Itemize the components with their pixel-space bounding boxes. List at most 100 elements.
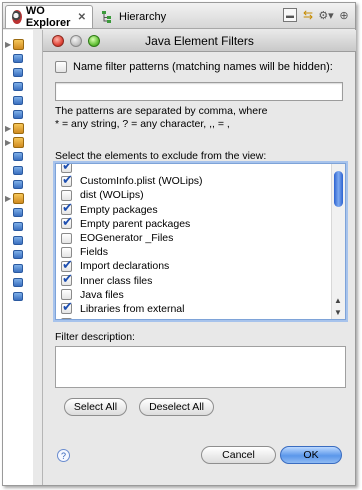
item-checkbox[interactable] xyxy=(61,300,73,315)
list-scrollbar[interactable]: ▲ ▼ xyxy=(331,164,345,319)
list-item[interactable]: dist (WOLips) xyxy=(56,188,331,202)
name-filter-patterns-input[interactable] xyxy=(55,82,343,101)
filter-description-box xyxy=(55,346,346,388)
help-icon[interactable]: ? xyxy=(57,449,70,462)
deselect-all-button[interactable]: Deselect All xyxy=(139,398,214,416)
help-line: * = any string, ? = any character, ,, = … xyxy=(55,118,230,130)
item-checkbox[interactable] xyxy=(61,173,73,188)
dialog-title: Java Element Filters xyxy=(145,33,254,48)
view-toolbar: ▬ ⇆ ⚙▾ ⊕ xyxy=(283,8,351,22)
tree-node[interactable] xyxy=(5,65,31,79)
view-menu-icon[interactable]: ⚙▾ xyxy=(318,8,333,22)
list-item[interactable]: Fields xyxy=(56,245,331,259)
list-item[interactable] xyxy=(56,164,331,174)
item-label: CustomInfo.plist (WOLips) xyxy=(80,175,203,188)
tree-node[interactable] xyxy=(5,93,31,107)
item-checkbox[interactable] xyxy=(61,201,73,216)
project-icon xyxy=(13,192,24,204)
tree-node[interactable] xyxy=(5,177,31,191)
list-item[interactable]: Empty parent packages xyxy=(56,215,331,231)
zoom-window-button[interactable] xyxy=(88,35,100,47)
link-with-editor-icon[interactable]: ⇆ xyxy=(301,8,315,22)
project-icon xyxy=(13,38,24,50)
select-all-button[interactable]: Select All xyxy=(64,398,127,416)
tree-node[interactable]: ▶ xyxy=(5,135,31,149)
package-tree: ▶ ▶ ▶ ▶ xyxy=(3,30,33,485)
ok-button[interactable]: OK xyxy=(280,446,342,464)
item-checkbox[interactable] xyxy=(61,317,72,319)
tree-node[interactable] xyxy=(5,51,31,65)
item-checkbox[interactable] xyxy=(61,215,73,230)
expand-arrow-icon[interactable]: ▶ xyxy=(5,138,13,147)
item-checkbox[interactable] xyxy=(61,189,72,201)
package-icon xyxy=(13,151,23,161)
maximize-icon[interactable]: ⊕ xyxy=(337,8,351,22)
item-checkbox[interactable] xyxy=(61,272,73,287)
package-icon xyxy=(13,95,23,105)
tree-node[interactable] xyxy=(5,149,31,163)
expand-arrow-icon[interactable]: ▶ xyxy=(5,124,13,133)
list-item[interactable]: Import declarations xyxy=(56,258,331,273)
scroll-down-arrow-icon[interactable]: ▼ xyxy=(334,308,342,317)
list-item[interactable]: Inner class files xyxy=(56,272,331,288)
tree-node[interactable] xyxy=(5,289,31,303)
scroll-thumb[interactable] xyxy=(334,171,343,207)
tree-node[interactable]: ▶ xyxy=(5,191,31,205)
cancel-button[interactable]: Cancel xyxy=(201,446,276,464)
tree-node[interactable] xyxy=(5,219,31,233)
hierarchy-icon xyxy=(101,10,115,24)
item-checkbox[interactable] xyxy=(61,164,73,174)
expand-arrow-icon[interactable]: ▶ xyxy=(5,194,13,203)
scroll-up-arrow-icon[interactable]: ▲ xyxy=(334,296,342,305)
package-icon xyxy=(13,235,23,245)
item-label: Import declarations xyxy=(80,260,170,273)
minimize-icon[interactable]: ▬ xyxy=(283,8,297,22)
tree-node[interactable]: ▶ xyxy=(5,121,31,135)
tree-node[interactable]: ▶ xyxy=(5,37,31,51)
close-tab-icon[interactable]: ✕ xyxy=(78,12,86,23)
tree-node[interactable] xyxy=(5,107,31,121)
list-rows: CustomInfo.plist (WOLips) dist (WOLips) … xyxy=(56,164,331,319)
list-item[interactable]: EOGenerator _Files xyxy=(56,231,331,245)
name-filter-checkbox[interactable] xyxy=(55,61,67,73)
item-checkbox[interactable] xyxy=(61,289,72,301)
java-element-filters-dialog: Java Element Filters Name filter pattern… xyxy=(42,30,356,485)
item-checkbox[interactable] xyxy=(61,232,72,244)
tab-label: Hierarchy xyxy=(119,10,167,23)
tab-wo-explorer[interactable]: WO Explorer ✕ xyxy=(5,5,93,29)
package-icon xyxy=(13,249,23,259)
tree-node[interactable] xyxy=(5,247,31,261)
item-label: Empty parent packages xyxy=(80,217,191,230)
tree-node[interactable] xyxy=(5,233,31,247)
package-icon xyxy=(13,291,23,301)
tree-node[interactable] xyxy=(5,79,31,93)
tree-node[interactable] xyxy=(5,275,31,289)
list-item[interactable]: Libraries from external xyxy=(56,300,331,316)
list-item[interactable]: Empty packages xyxy=(56,201,331,217)
item-checkbox[interactable] xyxy=(61,246,72,258)
package-icon xyxy=(13,221,23,231)
tree-node[interactable] xyxy=(5,261,31,275)
tab-hierarchy[interactable]: Hierarchy xyxy=(95,5,187,28)
wo-explorer-icon xyxy=(12,10,22,24)
expand-arrow-icon[interactable]: ▶ xyxy=(5,40,13,49)
minimize-window-button[interactable] xyxy=(70,35,82,47)
item-label: Inner class files xyxy=(80,274,153,287)
exclude-elements-label: Select the elements to exclude from the … xyxy=(55,150,267,162)
list-item[interactable]: CustomInfo.plist (WOLips) xyxy=(56,173,331,188)
item-checkbox[interactable] xyxy=(61,258,73,273)
list-item[interactable]: Java files xyxy=(56,288,331,302)
close-window-button[interactable] xyxy=(52,35,64,47)
name-filter-label: Name filter patterns (matching names wil… xyxy=(73,61,333,73)
item-label: Libraries from external xyxy=(80,302,185,315)
package-icon xyxy=(13,109,23,119)
package-icon xyxy=(13,165,23,175)
name-filter-option[interactable]: Name filter patterns (matching names wil… xyxy=(55,61,333,73)
list-item[interactable] xyxy=(56,316,331,319)
tree-node[interactable] xyxy=(5,163,31,177)
item-label: dist (WOLips) xyxy=(80,189,144,202)
tree-node[interactable] xyxy=(5,205,31,219)
exclude-elements-list[interactable]: CustomInfo.plist (WOLips) dist (WOLips) … xyxy=(55,163,346,320)
package-icon xyxy=(13,263,23,273)
help-line: The patterns are separated by comma, whe… xyxy=(55,105,268,117)
